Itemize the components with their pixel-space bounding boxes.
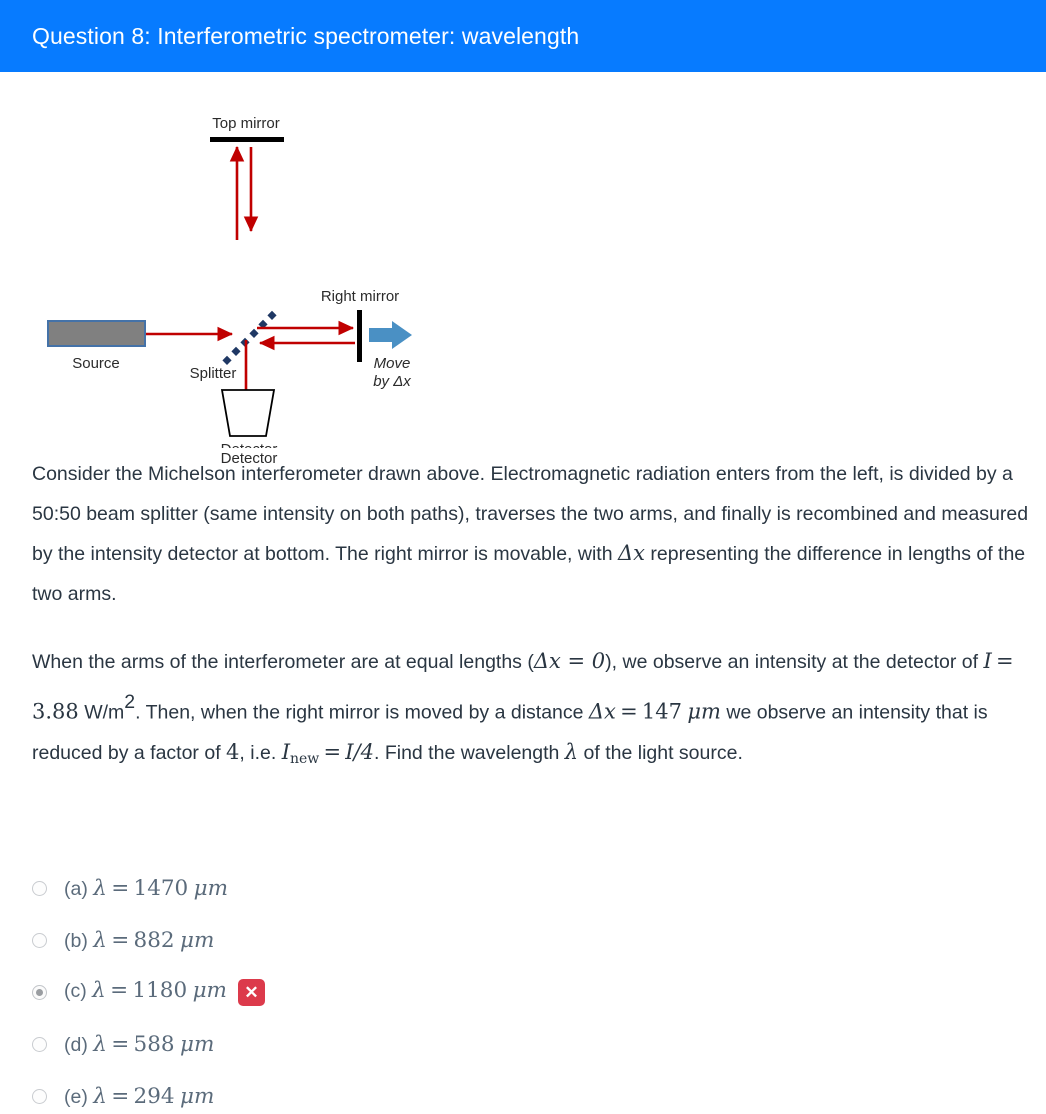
p2-math-Inew-value: I/4 — [345, 739, 374, 764]
page-title: Question 8: Interferometric spectrometer… — [32, 22, 580, 49]
right-mirror-label: Right mirror — [321, 288, 399, 305]
p2-math-dx2: Δx — [588, 699, 616, 724]
option-b-symbol: λ — [93, 927, 107, 953]
option-a-equals: = — [111, 875, 130, 901]
option-a-letter: (a) — [64, 877, 88, 900]
option-b-letter: (b) — [64, 929, 88, 952]
radio-option-e[interactable] — [32, 1088, 47, 1104]
beam-splitter-dots — [222, 310, 277, 365]
option-a-unit: μm — [193, 875, 229, 901]
option-e-letter: (e) — [64, 1085, 88, 1108]
option-c-text: (c) λ = 1180 μm ✕ — [64, 978, 265, 1006]
p2-math-lambda: λ — [564, 739, 579, 764]
radio-option-d[interactable] — [32, 1036, 47, 1052]
p2-part1: When the arms of the interferometer are … — [32, 651, 534, 673]
option-b-unit: μm — [179, 927, 215, 953]
p2-units-dx: μm — [687, 699, 721, 724]
option-e-text: (e) λ = 294 μm — [64, 1084, 214, 1109]
option-c-symbol: λ — [92, 978, 106, 1004]
option-e-unit: μm — [179, 1083, 215, 1109]
paragraph-problem: When the arms of the interferometer are … — [32, 649, 1014, 767]
p2-math-Inew: I — [281, 739, 290, 764]
option-c-equals: = — [110, 978, 129, 1004]
incorrect-badge-icon: ✕ — [237, 978, 265, 1006]
p2-units-I-exponent: 2 — [124, 690, 136, 713]
move-label-line1: Move — [374, 355, 411, 372]
option-a-value: 1470 — [133, 875, 189, 901]
p2-part6: . Find the wavelength — [374, 741, 565, 764]
question-header-bar: Question 8: Interferometric spectrometer… — [0, 0, 1046, 72]
option-c-unit: μm — [192, 978, 227, 1004]
option-e-symbol: λ — [93, 1083, 107, 1109]
top-mirror-label: Top mirror — [212, 115, 280, 132]
option-a-text: (a) λ = 1470 μm — [64, 876, 228, 901]
option-b-value: 882 — [133, 927, 175, 953]
move-arrow-icon — [369, 321, 412, 349]
p2-math-I: I — [983, 649, 992, 673]
radio-option-c[interactable] — [32, 984, 47, 1000]
p2-units-I: W/m — [84, 701, 125, 724]
option-a-symbol: λ — [93, 875, 107, 901]
option-b-equals: = — [111, 927, 130, 953]
splitter-label: Splitter — [190, 365, 237, 382]
answer-options-list: (a) λ = 1470 μm (b) λ = 882 μm (c) λ = 1… — [32, 862, 732, 1114]
option-a[interactable]: (a) λ = 1470 μm — [32, 862, 732, 914]
top-mirror-bar — [210, 137, 284, 142]
option-d-unit: μm — [179, 1031, 215, 1057]
p2-part5: , i.e. — [239, 741, 282, 764]
right-mirror-bar — [357, 310, 362, 362]
option-b-text: (b) λ = 882 μm — [64, 928, 214, 953]
question-page: Question 8: Interferometric spectrometer… — [0, 0, 1046, 1114]
p2-math-I-value: 3.88 — [32, 699, 79, 724]
option-e[interactable]: (e) λ = 294 μm — [32, 1070, 732, 1114]
interferometer-figure: Top mirror Source Splitter Right mirror … — [0, 88, 470, 467]
option-d-equals: = — [111, 1031, 130, 1057]
p2-math-dx-equals-zero: Δx = 0 — [533, 649, 606, 673]
p2-part3: . Then, when the right mirror is moved b… — [135, 701, 589, 724]
option-e-equals: = — [111, 1083, 130, 1109]
p2-math-dx-value: 147 — [641, 699, 682, 724]
option-c[interactable]: (c) λ = 1180 μm ✕ — [32, 966, 732, 1018]
option-d-letter: (d) — [64, 1033, 88, 1056]
option-e-value: 294 — [133, 1083, 175, 1109]
p2-part7: of the light source. — [578, 741, 743, 764]
option-b[interactable]: (b) λ = 882 μm — [32, 914, 732, 966]
p2-math-equals: = — [995, 649, 1014, 673]
radio-option-b[interactable] — [32, 932, 47, 948]
source-label: Source — [72, 355, 120, 372]
p1-math-delta-x: Δx — [617, 541, 645, 565]
detector-trapezoid — [220, 389, 276, 437]
source-box — [47, 320, 146, 347]
paragraph-description: Consider the Michelson interferometer dr… — [32, 455, 1032, 614]
option-d-symbol: λ — [93, 1031, 107, 1057]
option-d-value: 588 — [133, 1031, 175, 1057]
question-body: Consider the Michelson interferometer dr… — [32, 455, 1032, 779]
p2-math-factor: 4 — [226, 739, 240, 764]
p2-math-Inew-subscript: new — [289, 750, 320, 767]
option-d[interactable]: (d) λ = 588 μm — [32, 1018, 732, 1070]
p2-part2: ), we observe an intensity at the detect… — [605, 651, 984, 673]
option-c-letter: (c) — [64, 980, 87, 1003]
option-c-value: 1180 — [132, 978, 188, 1004]
option-d-text: (d) λ = 588 μm — [64, 1032, 214, 1057]
radio-option-a[interactable] — [32, 880, 47, 896]
detector-label: Detector — [221, 441, 278, 448]
